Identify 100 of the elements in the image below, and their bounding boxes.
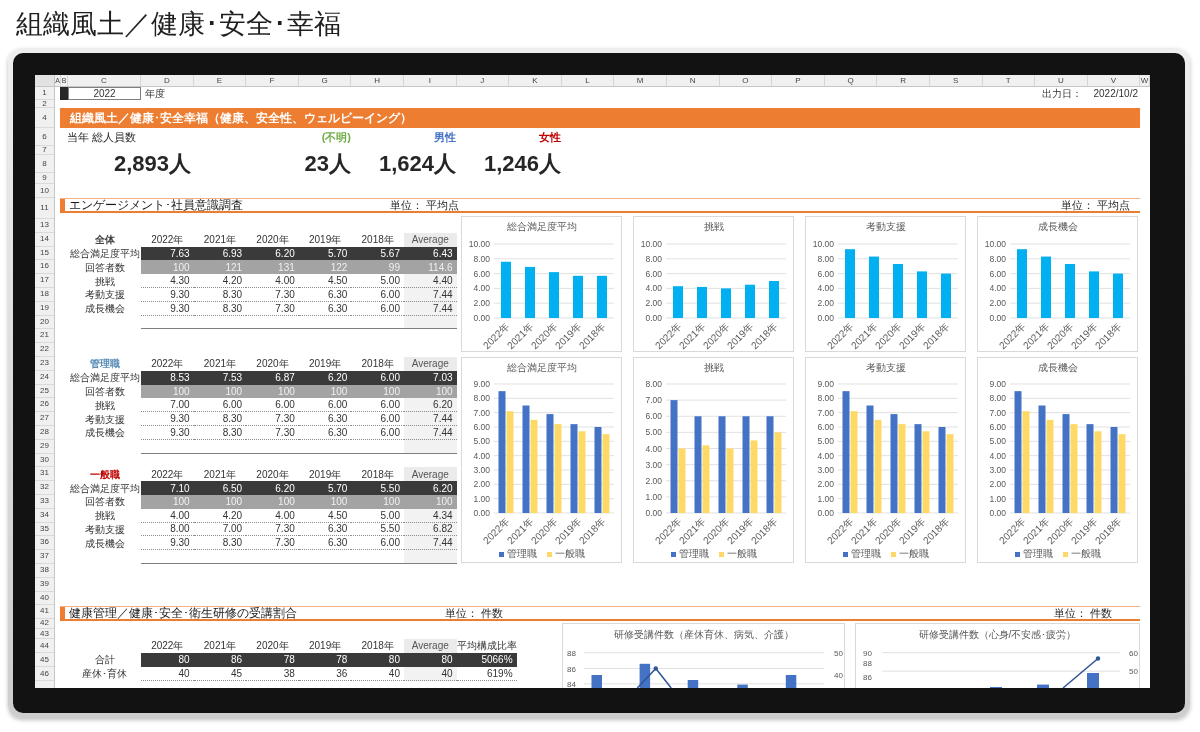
chart-title: 考動支援 xyxy=(865,221,906,233)
column-header: 2020年 xyxy=(256,639,289,653)
row-number: 45 xyxy=(35,652,54,667)
row-number: 26 xyxy=(35,398,54,413)
bar xyxy=(639,663,651,688)
row-label: 挑戦 xyxy=(94,509,115,523)
unit-label: 単位： 平均点 xyxy=(1060,199,1130,211)
table-cell: 8.30 xyxy=(193,288,247,302)
table-cell: 7.30 xyxy=(246,425,299,440)
axis-label: 40 xyxy=(834,670,843,680)
axis-label: 7.00 xyxy=(473,407,490,418)
bar xyxy=(1087,672,1099,688)
table-cell: 5.70 xyxy=(298,246,352,261)
row-number: 36 xyxy=(35,536,54,551)
column-letter: C xyxy=(68,75,141,86)
bar xyxy=(591,674,602,688)
year-cell: 2022 xyxy=(68,87,141,100)
axis-label: 3.00 xyxy=(817,465,834,475)
headcount-label: 女性 xyxy=(539,130,561,145)
bar xyxy=(697,286,707,318)
axis-label: 86 xyxy=(863,672,872,682)
column-header: 2022年 xyxy=(151,233,184,247)
shaded-cell xyxy=(403,550,457,563)
axis-label: 6.00 xyxy=(645,411,662,422)
axis-label: 50 xyxy=(834,648,843,658)
axis-label: 6.00 xyxy=(473,268,490,279)
axis-label: 5.00 xyxy=(473,436,490,447)
axis-label: 3.00 xyxy=(473,465,490,475)
axis-label: 4.00 xyxy=(989,283,1006,294)
row-number: 20 xyxy=(35,315,54,330)
table-cell: 7.10 xyxy=(141,481,194,495)
column-letter: G xyxy=(298,75,352,86)
table-cell: 7.30 xyxy=(246,522,299,537)
row-number: 1 xyxy=(35,87,54,100)
table-label: 全体 xyxy=(94,233,115,247)
axis-label: 8.00 xyxy=(989,393,1006,404)
bar xyxy=(917,271,927,318)
table-cell: 6.30 xyxy=(298,301,352,316)
table-cell: 6.00 xyxy=(351,301,404,316)
table-cell: 6.30 xyxy=(298,288,352,302)
bar xyxy=(501,261,511,318)
axis-label: 5.00 xyxy=(817,436,834,447)
axis-label: 88 xyxy=(567,648,576,658)
row-number: 23 xyxy=(35,356,54,371)
table-cell: 6.30 xyxy=(298,425,352,440)
table-cell: 4.20 xyxy=(193,274,247,288)
row-label: 回答者数 xyxy=(84,384,125,398)
row-label: 考動支援 xyxy=(84,288,125,302)
column-header: 2022年 xyxy=(151,639,184,653)
table-cell: 5.67 xyxy=(351,246,404,261)
bar xyxy=(869,256,879,318)
bar xyxy=(687,679,699,688)
axis-label: 2.00 xyxy=(473,479,490,490)
axis-label: 6.00 xyxy=(645,268,662,279)
row-number: 8 xyxy=(35,155,54,173)
table-cell: 121 xyxy=(193,260,247,275)
column-header: 2022年 xyxy=(151,467,184,481)
table-cell: 86 xyxy=(193,652,247,667)
year-label: 年度 xyxy=(145,87,165,100)
column-letter: P xyxy=(772,75,825,86)
column-header: 2021年 xyxy=(203,639,236,653)
column-letter: F xyxy=(246,75,299,86)
table-cell: 40 xyxy=(351,666,404,681)
column-header: 2020年 xyxy=(256,357,289,371)
bar xyxy=(1037,684,1049,688)
axis-label: 2.00 xyxy=(817,479,834,490)
chart-title: 総合満足度平均 xyxy=(506,221,577,233)
row-number: 37 xyxy=(35,550,54,564)
row-number: 39 xyxy=(35,577,54,592)
row-number: 33 xyxy=(35,494,54,509)
line-series xyxy=(636,667,672,688)
axis-label: 10.00 xyxy=(468,239,490,249)
bar xyxy=(721,288,731,318)
table-cell: 36 xyxy=(298,666,352,681)
table-cell: 9.30 xyxy=(141,301,194,316)
table-cell: 6.00 xyxy=(246,398,299,413)
column-letter: V xyxy=(1087,75,1141,86)
banner-title: 組織風土／健康･安全幸福（健康、安全性、ウェルビーイング） xyxy=(60,108,1140,128)
table-cell: 4.20 xyxy=(193,508,247,523)
table-cell: 8.53 xyxy=(141,370,194,385)
table-cell: 7.00 xyxy=(141,398,194,413)
bar xyxy=(1113,273,1123,318)
column-header: 2018年 xyxy=(361,467,394,481)
table-cell: 8.30 xyxy=(193,301,247,316)
legend-label: 管理職 xyxy=(850,548,881,560)
column-header: 2019年 xyxy=(308,639,342,653)
section-title: エンゲージメント･社員意識調査 xyxy=(69,199,243,211)
row-number: 38 xyxy=(35,563,54,578)
square-marker-icon xyxy=(60,87,68,100)
row-number: 24 xyxy=(35,370,54,385)
table-cell: 6.00 xyxy=(351,536,404,551)
bar xyxy=(845,249,855,318)
row-label: 挑戦 xyxy=(94,398,115,412)
column-header: 2019年 xyxy=(308,467,342,481)
table-cell: 619% xyxy=(456,666,517,681)
table-cell: 6.93 xyxy=(193,246,247,261)
axis-label: 8.00 xyxy=(645,379,662,389)
row-number: 7 xyxy=(35,146,54,155)
axis-label: 10.00 xyxy=(640,239,662,249)
headcount-value: 2,893人 xyxy=(113,155,191,173)
